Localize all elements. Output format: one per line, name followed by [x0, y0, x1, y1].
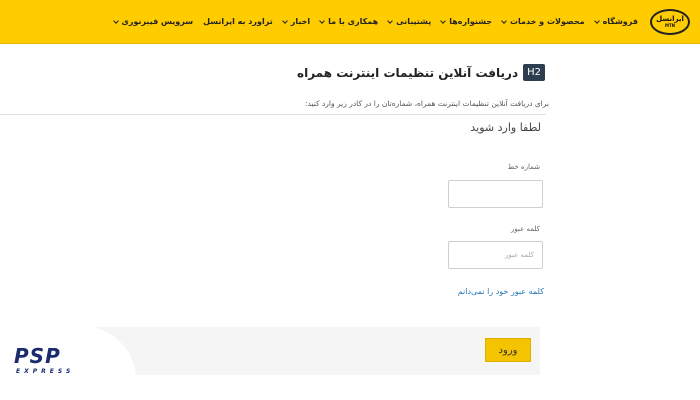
irancell-logo[interactable]: ایرانسل MTN: [650, 8, 690, 35]
top-navbar: ایرانسل MTN فروشگاه محصولات و خدمات جشنو…: [0, 0, 700, 44]
nav-item-label: اخبار: [290, 17, 311, 26]
chevron-down-icon: [281, 17, 288, 24]
psp-logo-text: PSP: [14, 344, 61, 368]
page-title: دریافت آنلاین تنظیمات اینترنت همراه: [297, 65, 519, 80]
chevron-down-icon: [387, 17, 393, 24]
nav-item-label: پشتیبانی: [396, 17, 432, 26]
nav-item-port-in[interactable]: تراورد به ایرانسل: [203, 17, 273, 26]
logo-subtext: MTN: [664, 23, 676, 28]
login-title: لطفا وارد شوید: [470, 121, 541, 134]
chevron-down-icon: [440, 17, 447, 24]
psp-logo-subtext: EXPRESS: [16, 368, 75, 375]
chevron-down-icon: [112, 17, 119, 24]
nav-item-label: سرویس فیبرنوری: [121, 17, 194, 26]
nav-item-careers[interactable]: همکاری با ما: [319, 17, 379, 26]
forgot-password-link[interactable]: کلمه عبور خود را نمی‌دانم: [458, 287, 544, 296]
chevron-down-icon: [501, 17, 507, 24]
heading-badge: H2: [523, 64, 545, 81]
nav-item-label: تراورد به ایرانسل: [203, 17, 273, 26]
nav-item-label: همکاری با ما: [328, 17, 379, 26]
nav-item-fiber[interactable]: سرویس فیبرنوری: [112, 17, 194, 26]
login-button[interactable]: ورود: [485, 338, 531, 362]
phone-label: شماره خط: [507, 163, 540, 171]
logo-text: ایرانسل: [656, 15, 684, 23]
nav-item-news[interactable]: اخبار: [281, 17, 311, 26]
nav-item-products[interactable]: محصولات و خدمات: [501, 17, 585, 26]
password-input[interactable]: [448, 241, 543, 269]
nav-item-support[interactable]: پشتیبانی: [387, 17, 432, 26]
password-label: کلمه عبور: [511, 225, 540, 233]
nav-item-festivals[interactable]: جشنواره‌ها: [440, 17, 493, 26]
phone-input[interactable]: [448, 180, 543, 208]
nav-item-label: جشنواره‌ها: [449, 17, 493, 26]
main-menu: فروشگاه محصولات و خدمات جشنواره‌ها پشتیب…: [104, 17, 638, 26]
nav-item-label: محصولات و خدمات: [510, 17, 585, 26]
chevron-down-icon: [319, 17, 325, 24]
page-heading: H2 دریافت آنلاین تنظیمات اینترنت همراه: [297, 64, 545, 81]
page: ایرانسل MTN فروشگاه محصولات و خدمات جشنو…: [0, 0, 700, 400]
nav-item-store[interactable]: فروشگاه: [593, 17, 638, 26]
nav-item-label: فروشگاه: [602, 17, 638, 26]
chevron-down-icon: [593, 17, 600, 24]
intro-text: برای دریافت آنلاین تنظیمات اینترنت همراه…: [304, 99, 549, 108]
